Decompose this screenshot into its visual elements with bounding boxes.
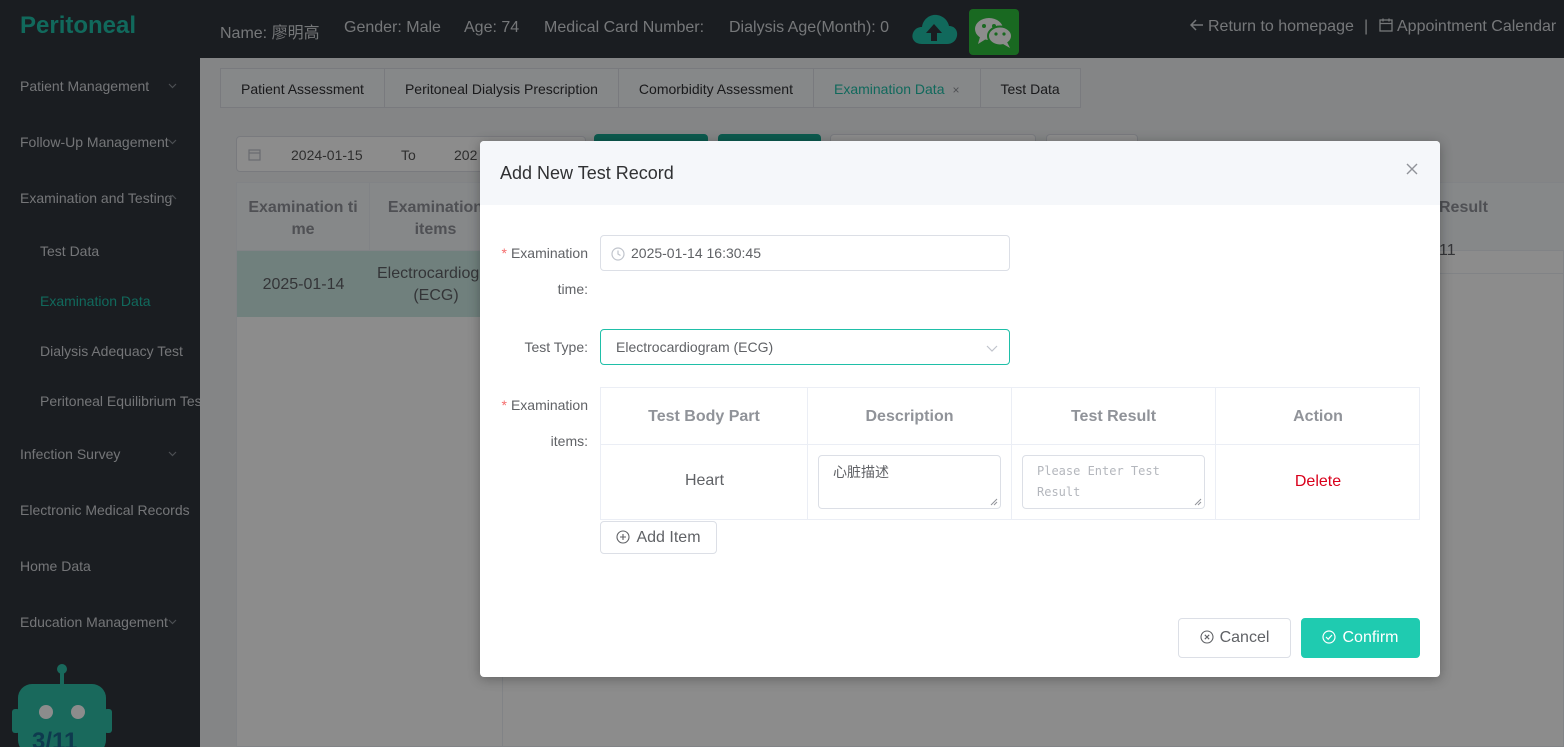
exam-time-value: 2025-01-14 16:30:45 [631, 245, 761, 261]
add-item-button[interactable]: Add Item [600, 521, 717, 554]
cancel-button[interactable]: Cancel [1178, 618, 1291, 658]
test-type-select[interactable]: Electrocardiogram (ECG) [600, 329, 1010, 365]
body-part-value: Heart [684, 472, 725, 489]
description-value: 心脏描述 [833, 464, 889, 480]
test-type-label: Test Type: [524, 339, 588, 355]
description-textarea[interactable]: 心脏描述 [818, 455, 1001, 509]
table-row-cell-description: 心脏描述 [808, 445, 1012, 520]
close-circle-icon [1200, 630, 1214, 644]
test-result-placeholder: Please Enter Test Result [1037, 464, 1160, 499]
resize-grip-icon[interactable] [990, 498, 998, 506]
exam-time-label-text: Examination time: [510, 245, 588, 297]
exam-items-table: Test Body Part Description Test Result A… [600, 387, 1420, 520]
plus-circle-icon [616, 530, 631, 544]
confirm-button[interactable]: Confirm [1301, 618, 1420, 658]
clock-icon [611, 247, 625, 261]
table-row-cell-body-part: Heart [601, 445, 808, 520]
dialog-title: Add New Test Record [500, 163, 674, 183]
dialog-header: Add New Test Record [480, 141, 1440, 205]
confirm-label: Confirm [1342, 629, 1399, 646]
test-type-value: Electrocardiogram (ECG) [616, 339, 774, 355]
column-header-test-result: Test Result [1012, 388, 1216, 445]
close-icon[interactable] [1404, 161, 1420, 177]
cancel-label: Cancel [1219, 629, 1270, 646]
resize-grip-icon[interactable] [1194, 498, 1202, 506]
chevron-down-icon [986, 345, 998, 352]
required-mark: * [501, 245, 507, 261]
delete-item-link[interactable]: Delete [1216, 473, 1420, 491]
add-test-record-dialog: Add New Test Record * Examination time: 2… [480, 141, 1440, 677]
column-header-body-part: Test Body Part [601, 388, 808, 445]
check-circle-icon [1322, 630, 1337, 644]
column-header-action: Action [1216, 388, 1420, 445]
add-item-label: Add Item [636, 529, 701, 546]
exam-items-label: * Examination items: [490, 387, 589, 459]
table-row-cell-test-result: Please Enter Test Result [1012, 445, 1216, 520]
column-header-description: Description [808, 388, 1012, 445]
test-result-textarea[interactable]: Please Enter Test Result [1022, 455, 1205, 509]
table-row-cell-action: Delete [1216, 445, 1420, 520]
required-mark: * [501, 397, 507, 413]
exam-time-label: * Examination time: [490, 235, 589, 307]
exam-time-input[interactable]: 2025-01-14 16:30:45 [600, 235, 1010, 271]
exam-items-label-text: Examination items: [510, 397, 588, 449]
